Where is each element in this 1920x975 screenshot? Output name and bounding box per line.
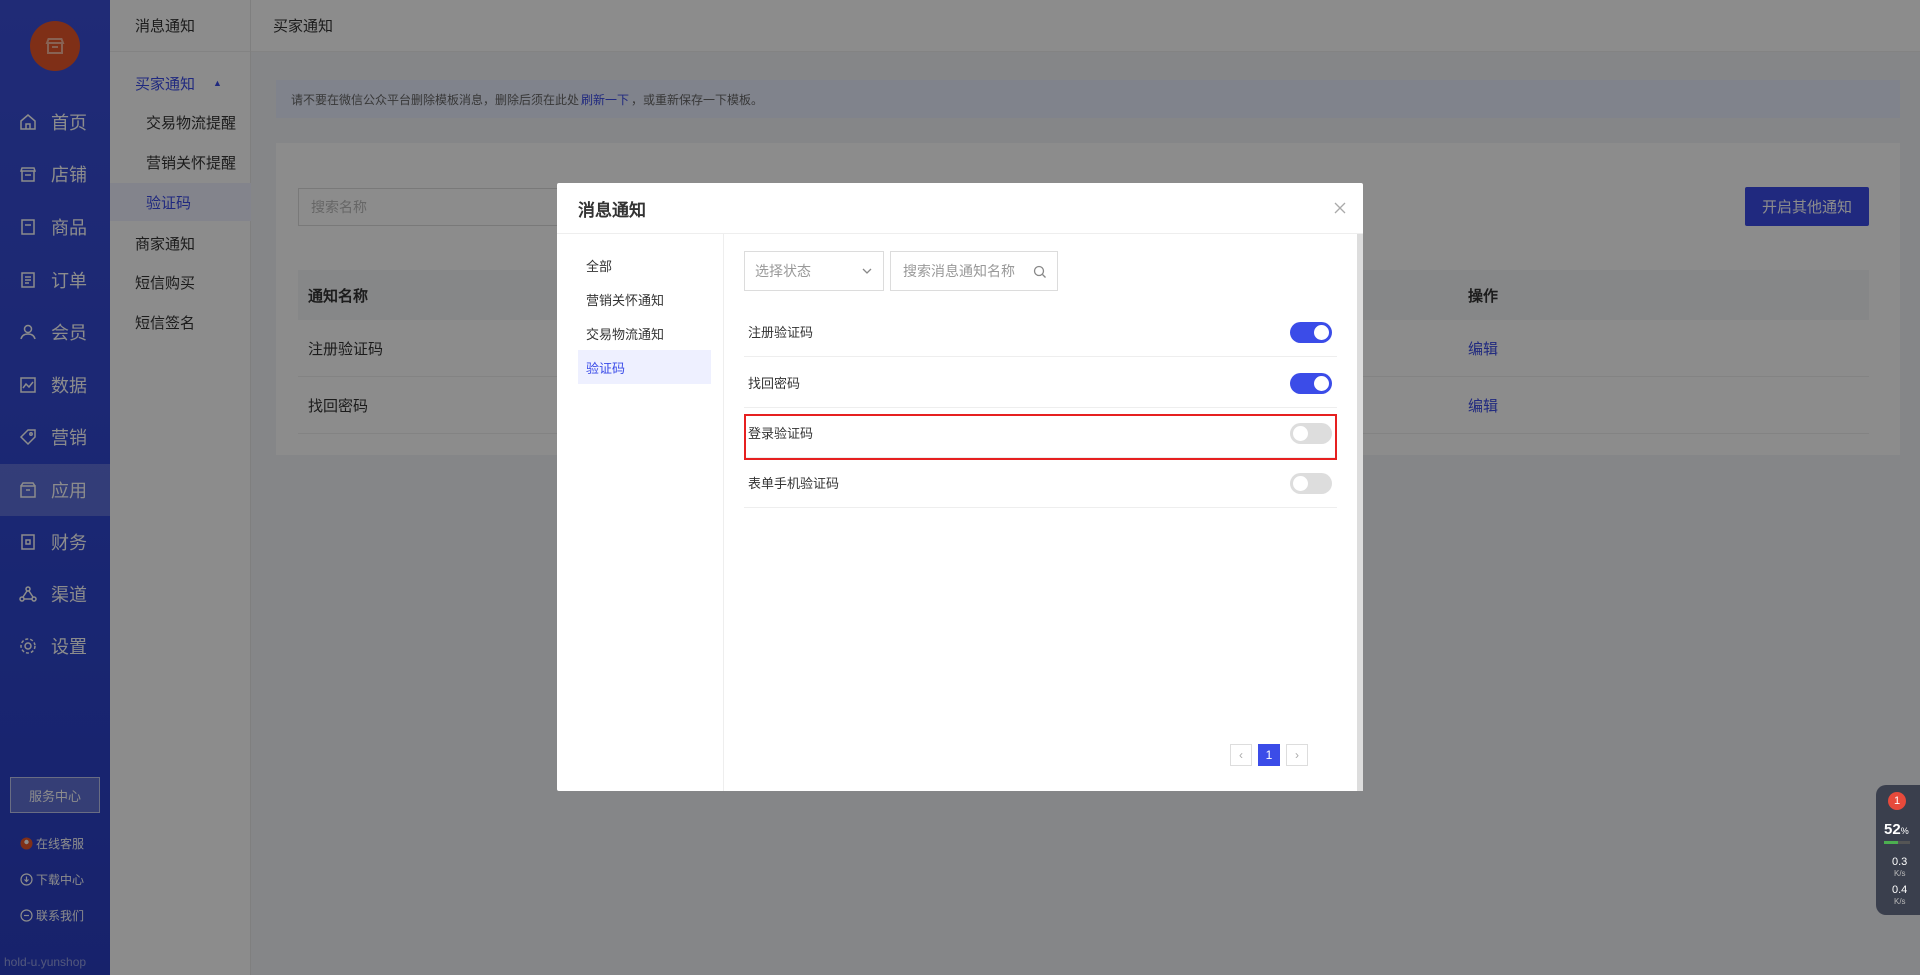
- toggle-knob: [1314, 376, 1329, 391]
- toggle-knob: [1314, 325, 1329, 340]
- toggle-switch[interactable]: [1290, 473, 1332, 494]
- performance-widget[interactable]: 1 52% 0.3 K/s 0.4 K/s: [1876, 785, 1920, 915]
- toggle-knob: [1293, 476, 1308, 491]
- pagination: ‹ 1 ›: [1230, 744, 1308, 766]
- option-row: 找回密码: [744, 358, 1337, 408]
- status-select-placeholder: 选择状态: [755, 263, 811, 279]
- download-speed: 0.4: [1892, 884, 1908, 896]
- search-icon: [1033, 265, 1047, 279]
- close-icon[interactable]: [1331, 199, 1349, 217]
- cpu-bar-fill: [1884, 841, 1898, 844]
- option-name: 注册验证码: [748, 325, 814, 340]
- notification-search-input[interactable]: 搜索消息通知名称: [890, 251, 1058, 291]
- dialog-header: 消息通知: [557, 183, 1363, 234]
- cpu-bar: [1884, 841, 1910, 844]
- prev-page-button[interactable]: ‹: [1230, 744, 1252, 766]
- upload-speed-unit: K/s: [1894, 869, 1906, 878]
- option-name: 表单手机验证码: [748, 476, 840, 491]
- cpu-value: 52: [1884, 821, 1901, 838]
- upload-speed: 0.3: [1892, 856, 1908, 868]
- dialog-title: 消息通知: [578, 200, 646, 220]
- notification-badge: 1: [1888, 792, 1906, 810]
- option-name: 找回密码: [748, 376, 801, 391]
- category-verify-code[interactable]: 验证码: [578, 350, 711, 384]
- highlight-box: [744, 414, 1337, 460]
- notification-search-placeholder: 搜索消息通知名称: [903, 263, 1015, 279]
- category-all[interactable]: 全部: [578, 248, 711, 282]
- cpu-usage: 52%: [1884, 821, 1909, 838]
- dialog-category-list: 全部 营销关怀通知 交易物流通知 验证码: [557, 234, 724, 791]
- category-logistics[interactable]: 交易物流通知: [578, 316, 711, 350]
- category-marketing-care[interactable]: 营销关怀通知: [578, 282, 711, 316]
- chevron-down-icon: [861, 265, 873, 277]
- option-row: 表单手机验证码: [744, 458, 1337, 508]
- download-speed-unit: K/s: [1894, 897, 1906, 906]
- toggle-switch[interactable]: [1290, 322, 1332, 343]
- cpu-unit: %: [1900, 826, 1909, 836]
- status-select[interactable]: 选择状态: [744, 251, 884, 291]
- page-number-button[interactable]: 1: [1258, 744, 1280, 766]
- dialog-scrollbar[interactable]: [1357, 234, 1363, 791]
- toggle-switch[interactable]: [1290, 373, 1332, 394]
- message-notification-dialog: 消息通知 全部 营销关怀通知 交易物流通知 验证码 选择状态 搜索消息通知名称 …: [557, 183, 1363, 791]
- option-row: 注册验证码: [744, 307, 1337, 357]
- next-page-button[interactable]: ›: [1286, 744, 1308, 766]
